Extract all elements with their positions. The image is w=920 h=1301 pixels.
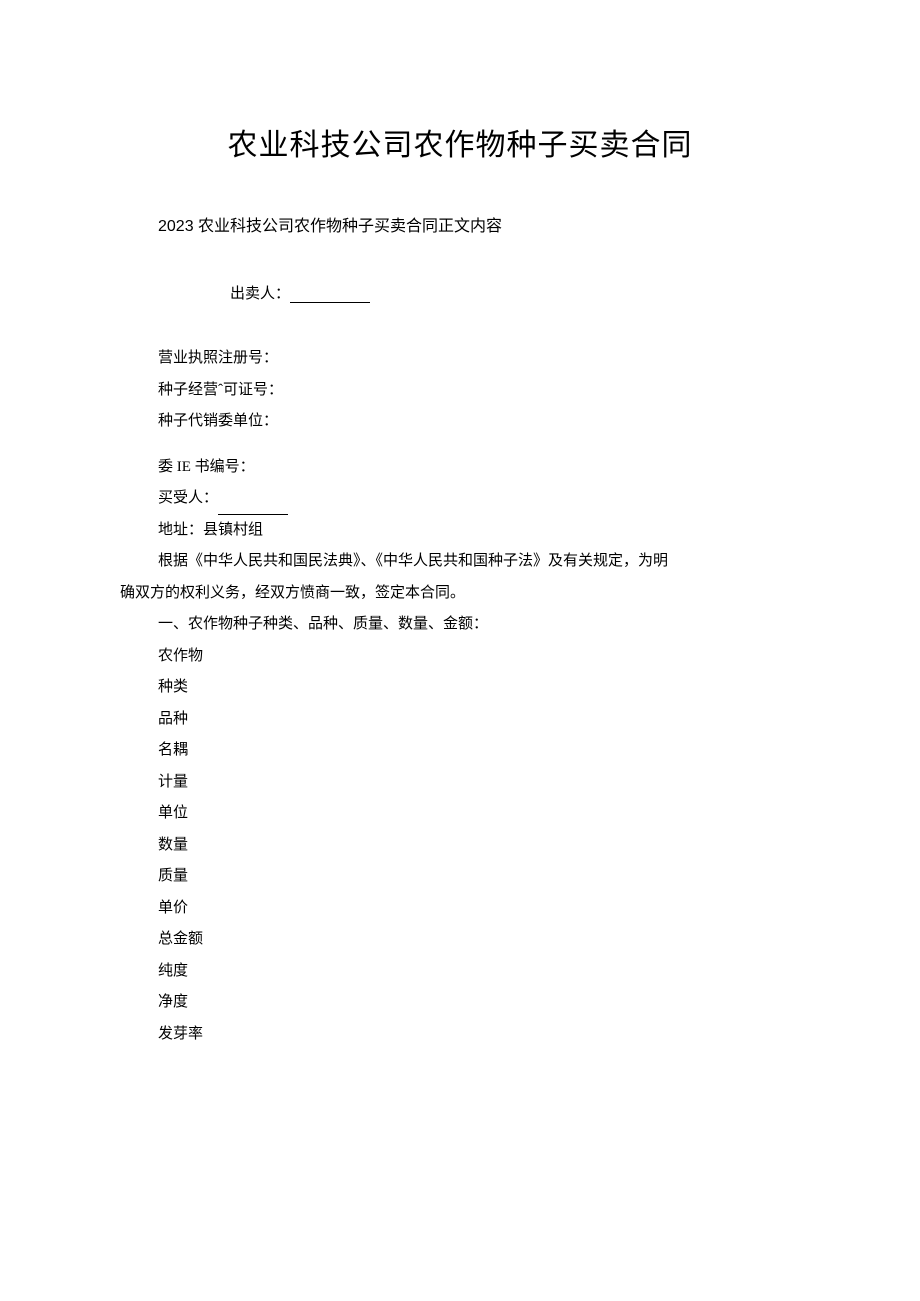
document-subtitle: 2023 农业科技公司农作物种子买卖合同正文内容	[158, 212, 800, 236]
list-item: 计量	[158, 767, 800, 799]
seller-label: 出卖人：	[230, 286, 290, 302]
list-item: 净度	[158, 987, 800, 1019]
consignment-unit-field: 种子代销委单位：	[158, 406, 800, 438]
seed-license-field: 种子经营ˆ可证号：	[158, 375, 800, 407]
list-item: 农作物	[158, 641, 800, 673]
list-item: 发芽率	[158, 1019, 800, 1051]
section-1-heading: 一、农作物种子种类、品种、质量、数量、金额：	[158, 609, 800, 641]
seller-blank	[290, 289, 370, 303]
document-title: 农业科技公司农作物种子买卖合同	[120, 120, 800, 164]
spacer	[120, 438, 800, 452]
list-item: 种类	[158, 672, 800, 704]
list-item: 单价	[158, 893, 800, 925]
address-field: 地址：县镇村组	[158, 515, 800, 547]
buyer-blank	[218, 503, 288, 515]
list-item: 纯度	[158, 956, 800, 988]
seller-field: 出卖人：	[230, 282, 800, 303]
list-item: 单位	[158, 798, 800, 830]
document-page: 农业科技公司农作物种子买卖合同 2023 农业科技公司农作物种子买卖合同正文内容…	[0, 0, 920, 1050]
list-item: 名耦	[158, 735, 800, 767]
commission-number-field: 委 IE 书编号：	[158, 452, 800, 484]
list-item: 品种	[158, 704, 800, 736]
list-item: 质量	[158, 861, 800, 893]
list-item: 总金额	[158, 924, 800, 956]
business-license-field: 营业执照注册号：	[158, 343, 800, 375]
buyer-field: 买受人：	[158, 483, 800, 515]
list-item: 数量	[158, 830, 800, 862]
preamble-line-2: 确双方的权利义务，经双方愤商一致，签定本合同。	[120, 578, 800, 610]
buyer-label: 买受人：	[158, 490, 218, 506]
preamble-line-1: 根据《中华人民共和国民法典》、《中华人民共和国种子法》及有关规定，为明	[158, 546, 800, 578]
